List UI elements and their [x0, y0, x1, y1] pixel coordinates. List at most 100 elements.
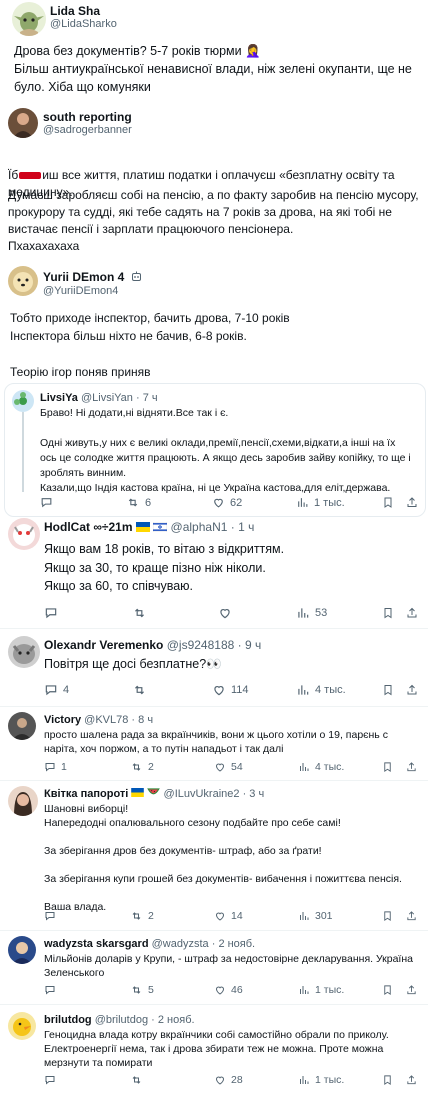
author-handle[interactable]: @LidaSharko: [50, 18, 117, 30]
author-handle[interactable]: @KVL78: [84, 714, 128, 726]
ukraine-flag-icon: [135, 521, 150, 535]
share-button[interactable]: [406, 606, 418, 620]
retweet-icon: [132, 986, 141, 994]
author-name[interactable]: Квітка папороті: [44, 788, 128, 800]
share-icon: [407, 762, 416, 772]
author-handle[interactable]: @sadrogerbanner: [43, 124, 132, 136]
avatar[interactable]: [8, 786, 38, 816]
author-handle[interactable]: @LivsiYan: [81, 392, 133, 404]
avatar[interactable]: [8, 636, 40, 668]
reply-button[interactable]: [44, 910, 56, 922]
author-name-row: Yurii DEmon 4: [43, 270, 142, 285]
author-name[interactable]: Lida Sha: [50, 4, 100, 18]
like-icon: [215, 912, 225, 921]
author-handle[interactable]: @alphaN1: [171, 520, 228, 534]
retweet-button[interactable]: [130, 1074, 143, 1086]
reply-button[interactable]: 1: [44, 761, 67, 773]
share-button[interactable]: [406, 984, 417, 996]
retweet-button[interactable]: [132, 683, 147, 697]
like-button[interactable]: 28: [214, 1074, 243, 1086]
like-button[interactable]: 62: [212, 496, 242, 509]
like-icon: [215, 1076, 225, 1085]
retweet-count: 5: [148, 984, 154, 996]
like-button[interactable]: 114: [212, 683, 249, 697]
watermelon-icon: [147, 788, 161, 800]
like-button[interactable]: 46: [214, 984, 243, 996]
author-name[interactable]: Olexandr Veremenko: [44, 638, 163, 652]
avatar[interactable]: [8, 518, 40, 550]
share-button[interactable]: [406, 761, 417, 773]
author-name[interactable]: brilutdog: [44, 1014, 92, 1026]
retweet-button[interactable]: 2: [130, 761, 154, 773]
flower-avatar-icon: [14, 392, 27, 405]
share-button[interactable]: [406, 1074, 417, 1086]
avatar[interactable]: [8, 108, 38, 138]
timestamp[interactable]: · 2 нояб.: [212, 938, 255, 950]
author-handle[interactable]: @js9248188: [167, 638, 235, 652]
reply-button[interactable]: [40, 496, 53, 509]
views-button[interactable]: 4 тыс.: [298, 761, 344, 773]
views-button[interactable]: 53: [296, 606, 327, 620]
like-button[interactable]: 54: [214, 761, 243, 773]
reply-button[interactable]: [44, 984, 56, 996]
retweet-button[interactable]: 2: [130, 910, 154, 922]
avatar[interactable]: [8, 936, 36, 964]
bookmark-button[interactable]: [382, 683, 394, 697]
reply-button[interactable]: 4: [44, 683, 69, 697]
views-button[interactable]: 4 тыс.: [296, 683, 346, 697]
author-handle[interactable]: @ILuvUkraine2: [164, 788, 240, 800]
retweet-button[interactable]: 6: [126, 496, 151, 509]
avatar[interactable]: [12, 2, 46, 36]
timestamp[interactable]: · 9 ч: [238, 638, 262, 652]
views-button[interactable]: 301: [298, 910, 333, 922]
like-button[interactable]: [218, 606, 232, 620]
author-handle[interactable]: @brilutdog: [95, 1014, 148, 1026]
author-handle[interactable]: @wadyzsta: [152, 938, 209, 950]
timestamp[interactable]: · 3 ч: [243, 788, 265, 800]
reply-button[interactable]: [44, 606, 58, 620]
retweet-button[interactable]: 5: [130, 984, 154, 996]
author-name[interactable]: Yurii DEmon 4: [43, 270, 124, 284]
views-button[interactable]: 1 тыс.: [298, 1074, 344, 1086]
share-button[interactable]: [406, 496, 418, 509]
bookmark-button[interactable]: [382, 910, 393, 922]
avatar[interactable]: [8, 712, 36, 740]
like-icon: [215, 763, 225, 772]
bookmark-button[interactable]: [382, 984, 393, 996]
bookmark-icon: [384, 608, 392, 619]
views-button[interactable]: 1 тыс.: [296, 496, 345, 509]
reply-icon: [45, 685, 57, 696]
bookmark-button[interactable]: [382, 761, 393, 773]
timestamp[interactable]: · 7 ч: [136, 392, 158, 404]
avatar[interactable]: [8, 1012, 36, 1040]
views-icon: [300, 986, 309, 994]
reply-button[interactable]: [44, 1074, 56, 1086]
views-button[interactable]: 1 тыс.: [298, 984, 344, 996]
author-name[interactable]: LivsiYa: [40, 392, 78, 404]
author-handle[interactable]: @YuriiDEmon4: [43, 285, 118, 297]
share-button[interactable]: [406, 910, 417, 922]
author-name[interactable]: south reporting: [43, 110, 132, 124]
author-name[interactable]: Victory: [44, 714, 81, 726]
bookmark-button[interactable]: [382, 496, 394, 509]
tweet-text: Дрова без документів? 5-7 років тюрми 🤦‍…: [14, 44, 412, 94]
retweet-button[interactable]: [132, 606, 147, 620]
author-name[interactable]: HodlCat ∞÷21m: [44, 520, 133, 534]
avatar[interactable]: [12, 390, 34, 412]
bookmark-button[interactable]: [382, 606, 394, 620]
author-row: brilutdog @brilutdog · 2 нояб.: [44, 1014, 195, 1026]
like-button[interactable]: 14: [214, 910, 243, 922]
like-count: 114: [231, 684, 249, 696]
share-button[interactable]: [406, 683, 418, 697]
timestamp[interactable]: · 2 нояб.: [151, 1014, 194, 1026]
avatar[interactable]: [8, 266, 38, 296]
views-icon: [298, 608, 309, 618]
views-icon: [300, 912, 309, 920]
timestamp[interactable]: · 8 ч: [131, 714, 153, 726]
timestamp[interactable]: · 1 ч: [231, 520, 255, 534]
author-name[interactable]: wadyzsta skarsgard: [44, 938, 149, 950]
bookmark-button[interactable]: [382, 1074, 393, 1086]
bookmark-icon: [384, 497, 392, 508]
ukraine-flag-icon: [131, 788, 145, 800]
tweet-text: Якщо вам 18 років, то вітаю з відкриттям…: [44, 542, 285, 593]
